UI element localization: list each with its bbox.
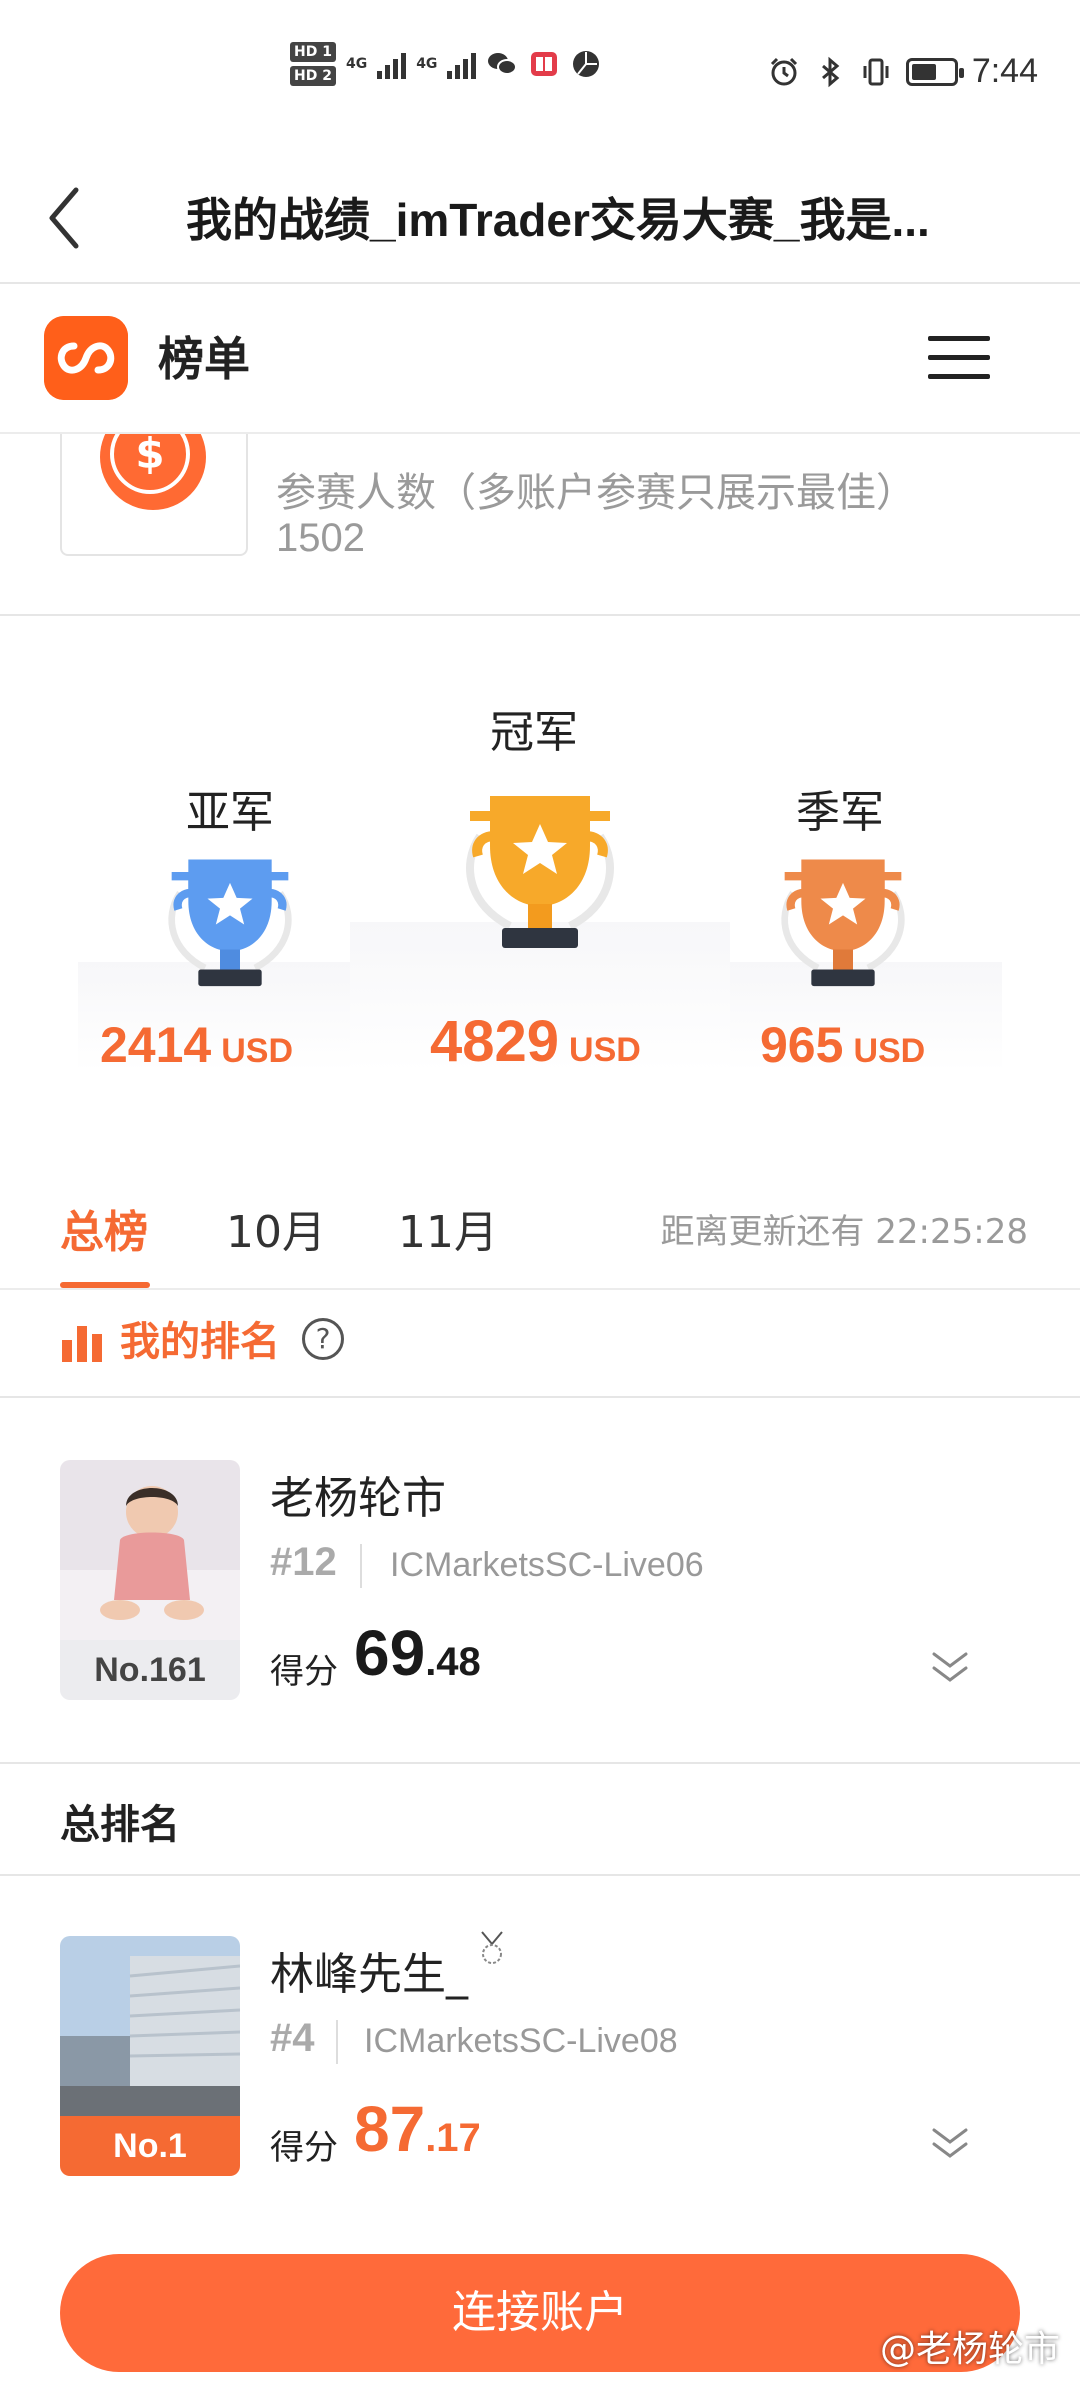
avatar-photo-building	[60, 1936, 240, 2116]
participants-count: 1502	[276, 516, 365, 560]
bar-chart-icon	[62, 1326, 104, 1362]
rank-badge: No.1	[60, 2116, 240, 2176]
score-label: 得分	[270, 1652, 338, 1692]
signal-icon	[377, 49, 407, 79]
clock: 7:44	[971, 52, 1038, 90]
medal-emoji-icon	[481, 1931, 503, 1964]
user-name: 林峰先生_	[270, 1949, 468, 2000]
user-score: 87.17	[354, 2093, 481, 2165]
divider	[360, 1544, 362, 1588]
ranking-list-item[interactable]: No.1 林峰先生_ #4 ICMarketsSC-Live08 得分 87.1…	[0, 1931, 1080, 2176]
avatar-photo-baby	[60, 1460, 240, 1640]
vibrate-icon	[863, 58, 889, 85]
score-label: 得分	[270, 2128, 338, 2168]
user-score: 69.48	[354, 1617, 481, 1689]
status-left-icons: HD 1 HD 2 4G 4G	[290, 42, 602, 86]
book-icon	[531, 52, 558, 76]
pinwheel-icon	[573, 51, 600, 77]
rank-badge: No.161	[60, 1640, 240, 1700]
hd1-badge: HD 1	[290, 42, 336, 62]
user-rank: #4	[270, 2016, 315, 2060]
prize-podium: 冠军 亚军 季军 2414 USD 4829 USD 965 USD	[0, 616, 1080, 1116]
second-prize-amount: 2414 USD	[100, 1017, 294, 1073]
alarm-icon	[770, 57, 797, 85]
app-name: 榜单	[158, 332, 250, 386]
dollar-coin-icon: $	[100, 434, 206, 510]
my-rank-card[interactable]: No.161 老杨轮市 #12 ICMarketsSC-Live06 得分 69…	[0, 1460, 1080, 1700]
avatar: No.161	[60, 1460, 240, 1700]
first-place-title: 冠军	[490, 707, 578, 758]
update-countdown: 距离更新还有 22:25:28	[660, 1212, 1028, 1252]
bottom-action-bar: 连接账户	[0, 2224, 1080, 2400]
tab-overall[interactable]: 总榜	[60, 1196, 148, 1260]
user-rank: #12	[270, 1540, 337, 1584]
section-divider	[0, 1762, 1080, 1764]
wechat-icon	[488, 53, 518, 75]
my-ranking-title: 我的排名	[120, 1319, 280, 1365]
silver-trophy-icon	[168, 859, 292, 987]
active-tab-indicator	[60, 1282, 150, 1288]
first-prize-amount: 4829 USD	[430, 1009, 641, 1074]
tab-october[interactable]: 10月	[226, 1196, 326, 1260]
second-place-title: 亚军	[186, 787, 274, 838]
participants-icon-box: $	[60, 434, 248, 556]
app-logo-icon	[44, 316, 128, 400]
status-right-icons: 7:44	[768, 52, 1038, 91]
connect-account-button[interactable]: 连接账户	[60, 2254, 1020, 2372]
participants-section: $ 参赛人数（多账户参赛只展示最佳） 1502	[0, 434, 1080, 616]
app-header: 榜单	[0, 284, 1080, 434]
watermark-text: @老杨轮市	[879, 2329, 1060, 2370]
user-server: ICMarketsSC-Live06	[390, 1546, 704, 1584]
my-ranking-header: 我的排名 ?	[0, 1290, 1080, 1398]
divider	[336, 2020, 338, 2064]
hamburger-menu-icon[interactable]	[928, 336, 990, 382]
tab-november[interactable]: 11月	[398, 1196, 498, 1260]
expand-chevron-icon[interactable]	[930, 1650, 970, 1684]
gold-trophy-icon	[466, 796, 614, 948]
hd2-badge: HD 2	[290, 66, 336, 86]
bronze-trophy-icon	[781, 859, 905, 987]
network-type-2: 4G	[416, 56, 438, 72]
title-bar: 我的战绩_imTrader交易大赛_我是...	[0, 150, 1080, 284]
participants-label: 参赛人数（多账户参赛只展示最佳）	[276, 470, 916, 516]
status-bar: HD 1 HD 2 4G 4G 7:44	[0, 0, 1080, 150]
third-prize-amount: 965 USD	[760, 1017, 926, 1073]
page-title: 我的战绩_imTrader交易大赛_我是...	[186, 194, 930, 246]
avatar: No.1	[60, 1936, 240, 2176]
signal-icon-2	[447, 49, 477, 79]
user-server: ICMarketsSC-Live08	[364, 2022, 678, 2060]
section-divider	[0, 1874, 1080, 1876]
third-place-title: 季军	[796, 787, 884, 838]
back-arrow-icon[interactable]	[38, 178, 98, 258]
user-name: 老杨轮市	[270, 1473, 446, 1524]
ranking-tabs: 总榜 10月 11月 距离更新还有 22:25:28	[0, 1160, 1080, 1290]
bluetooth-icon	[821, 56, 840, 87]
network-type-1: 4G	[345, 56, 368, 72]
help-icon[interactable]: ?	[302, 1318, 344, 1360]
expand-chevron-icon[interactable]	[930, 2126, 970, 2160]
battery-icon	[905, 57, 964, 86]
total-ranking-title: 总排名	[60, 1802, 180, 1848]
